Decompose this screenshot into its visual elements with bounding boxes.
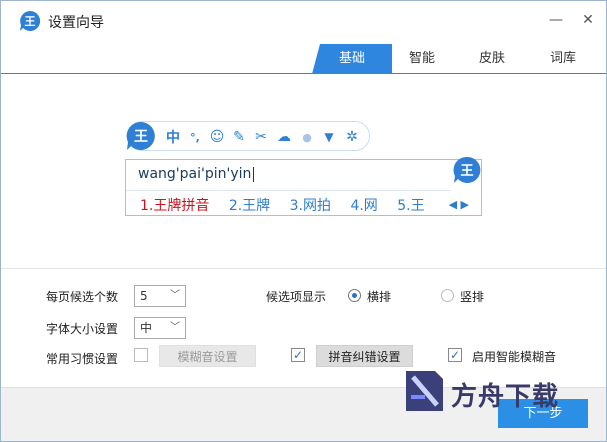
candidate-window: wang'pai'pin'yin 1.王牌拼音 2.王牌 3.网拍 4.网 5.… <box>125 159 482 216</box>
shirt-icon[interactable]: ▼ <box>320 128 338 146</box>
pinyin-text: wang'pai'pin'yin <box>138 166 252 182</box>
settings-wizard-window: 王 设置向导 — ✕ 基础 智能 皮肤 词库 王 中 °, ☺ ✎ ✂ ☁ ● … <box>0 0 607 442</box>
tab-basic[interactable]: 基础 <box>319 44 385 73</box>
candidate-list: 1.王牌拼音 2.王牌 3.网拍 4.网 5.王 <box>140 195 440 215</box>
correction-settings-button[interactable]: 拼音纠错设置 <box>316 345 413 367</box>
ime-status-toolbar: 王 中 °, ☺ ✎ ✂ ☁ ● ▼ ✲ <box>125 120 370 152</box>
title-bar: 王 设置向导 — ✕ <box>1 1 606 39</box>
page-size-value: 5 <box>140 289 148 303</box>
svg-text:王: 王 <box>460 164 473 179</box>
gear-icon[interactable]: ✲ <box>343 128 361 146</box>
chevron-down-icon: ﹀ <box>170 290 180 301</box>
minimize-button[interactable]: — <box>544 9 568 31</box>
candidate-item[interactable]: 2.王牌 <box>229 195 270 215</box>
tab-skin[interactable]: 皮肤 <box>467 44 517 73</box>
font-size-select[interactable]: 中 ﹀ <box>134 317 186 339</box>
window-title: 设置向导 <box>48 15 104 31</box>
vertical-label[interactable]: 竖排 <box>460 288 484 305</box>
pen-icon[interactable]: ✎ <box>230 128 248 146</box>
candidate-item[interactable]: 3.网拍 <box>290 195 331 215</box>
habits-label: 常用习惯设置 <box>46 352 119 366</box>
ime-logo-icon: 王 <box>20 10 41 31</box>
emoji-icon[interactable]: ☺ <box>208 128 226 146</box>
ime-preview-area: 王 中 °, ☺ ✎ ✂ ☁ ● ▼ ✲ wang'pai'pin'yin 1.… <box>1 74 606 269</box>
tab-dictionary[interactable]: 词库 <box>538 44 588 73</box>
horizontal-label[interactable]: 横排 <box>367 288 391 305</box>
candidate-display-label: 候选项显示 <box>266 290 327 304</box>
ime-logo-icon: 王 <box>453 156 481 183</box>
watermark-text: 方舟下载 <box>451 382 560 412</box>
page-size-label: 每页候选个数 <box>46 290 119 304</box>
punctuation-icon[interactable]: °, <box>186 128 204 146</box>
smart-fuzzy-label[interactable]: 启用智能模糊音 <box>472 348 556 365</box>
composition-line: wang'pai'pin'yin <box>138 166 255 182</box>
close-button[interactable]: ✕ <box>576 9 600 31</box>
user-icon[interactable]: ● <box>298 128 316 146</box>
candidate-separator <box>126 190 451 191</box>
tab-bar: 基础 智能 皮肤 词库 <box>1 44 606 74</box>
fuzzy-settings-button[interactable]: 模糊音设置 <box>159 345 256 367</box>
basic-settings-panel: 每页候选个数 5 ﹀ 候选项显示 横排 竖排 字体大小设置 中 ﹀ 常用习惯设置… <box>1 269 606 387</box>
watermark-logo <box>406 371 443 411</box>
tab-smart[interactable]: 智能 <box>397 44 447 73</box>
svg-text:王: 王 <box>25 15 36 28</box>
candidate-item[interactable]: 1.王牌拼音 <box>140 195 209 215</box>
horizontal-radio[interactable] <box>348 289 361 302</box>
candidate-item[interactable]: 5.王 <box>397 195 424 215</box>
scissors-icon[interactable]: ✂ <box>252 128 270 146</box>
font-size-value: 中 <box>140 321 153 335</box>
fuzzy-checkbox[interactable] <box>134 348 148 362</box>
smart-fuzzy-checkbox[interactable]: ✓ <box>448 348 462 362</box>
candidate-item[interactable]: 4.网 <box>350 195 377 215</box>
svg-text:王: 王 <box>134 129 148 145</box>
chevron-down-icon: ﹀ <box>170 322 180 333</box>
vertical-radio[interactable] <box>441 289 454 302</box>
correction-checkbox[interactable]: ✓ <box>291 348 305 362</box>
chinese-mode-icon[interactable]: 中 <box>164 128 182 146</box>
page-arrows-icon[interactable]: ◀ ▶ <box>449 198 469 211</box>
text-cursor <box>253 166 255 182</box>
cloud-icon[interactable]: ☁ <box>275 128 293 146</box>
ime-logo-icon[interactable]: 王 <box>125 120 157 152</box>
page-size-select[interactable]: 5 ﹀ <box>134 285 186 307</box>
font-size-label: 字体大小设置 <box>46 322 119 336</box>
